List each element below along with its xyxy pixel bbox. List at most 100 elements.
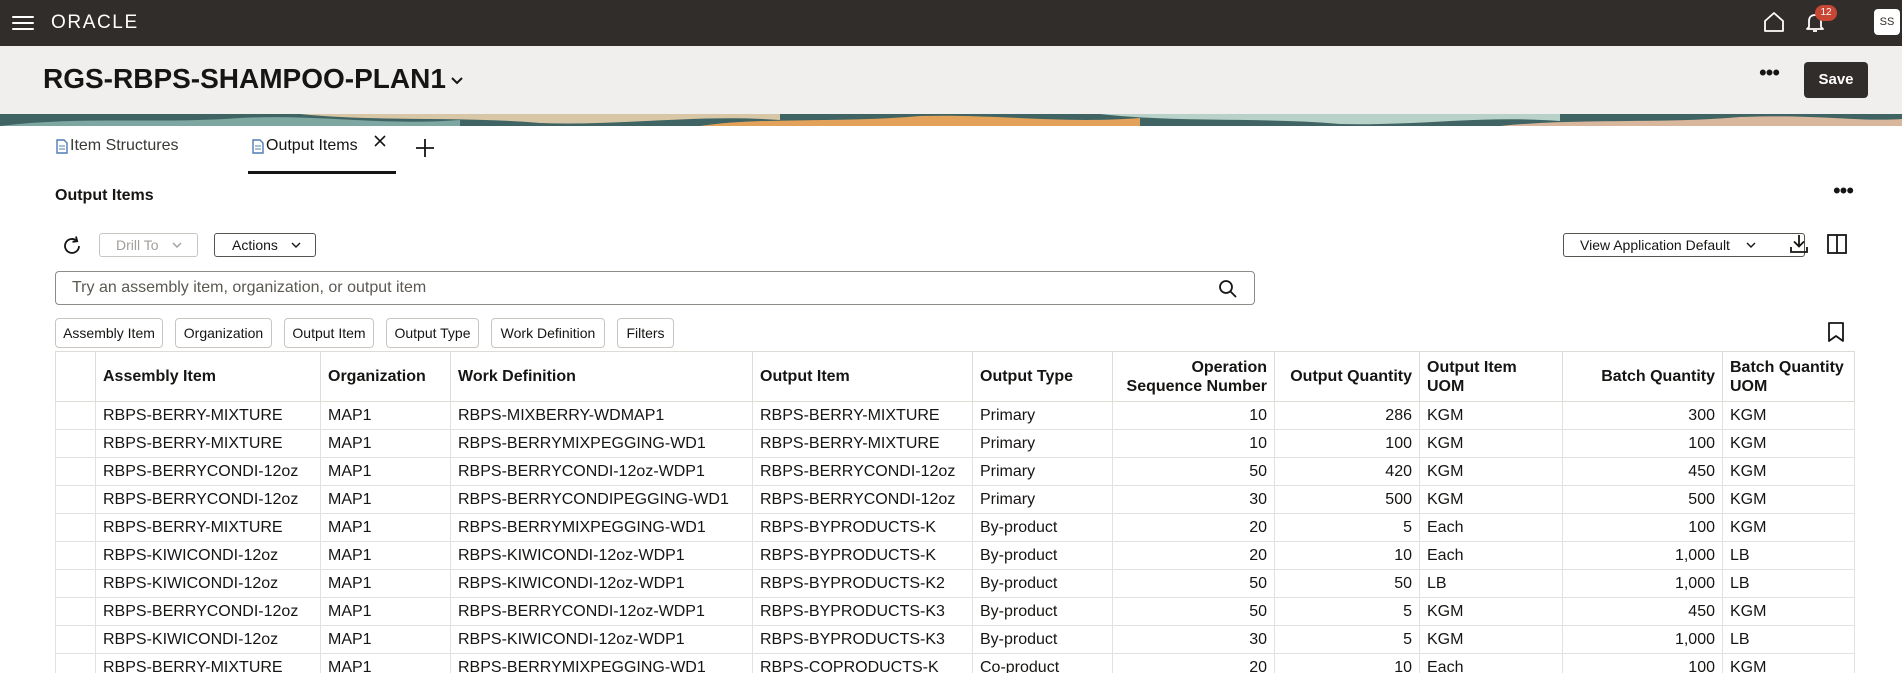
table-cell: RBPS-KIWICONDI-12oz-WDP1 [450,541,753,570]
column-header[interactable]: Batch Quantity UOM [1722,351,1855,402]
table-row[interactable]: RBPS-BERRY-MIXTURE MAP1 RBPS-BERRYMIXPEGGI… [55,513,1855,542]
table-cell: RBPS-KIWICONDI-12oz [95,625,321,654]
table-cell: 1,000 [1562,625,1723,654]
column-header[interactable]: Output Type [972,351,1113,402]
user-avatar[interactable]: SS [1874,9,1900,35]
table-cell: 20 [1112,513,1275,542]
view-selector-button[interactable]: View Application Default [1563,233,1805,257]
bookmark-icon[interactable] [1827,321,1845,343]
save-button[interactable]: Save [1804,62,1868,98]
filter-chip-assembly-item[interactable]: Assembly Item [55,318,163,348]
row-selector-cell[interactable] [55,513,96,542]
table-cell: RBPS-BYPRODUCTS-K3 [752,597,973,626]
row-selector-header[interactable] [55,351,96,402]
table-cell: RBPS-BERRY-MIXTURE [95,429,321,458]
row-selector-cell[interactable] [55,457,96,486]
table-row[interactable]: RBPS-KIWICONDI-12oz MAP1 RBPS-KIWICONDI-12… [55,625,1855,654]
filter-chip-work-definition[interactable]: Work Definition [491,318,605,348]
chevron-down-icon [291,242,301,248]
table-cell: LB [1722,541,1855,570]
table-cell: 450 [1562,597,1723,626]
column-header[interactable]: Organization [320,351,451,402]
view-selector-label: View Application Default [1580,237,1730,253]
row-selector-cell[interactable] [55,597,96,626]
filter-chip-organization[interactable]: Organization [175,318,272,348]
row-selector-cell[interactable] [55,485,96,514]
search-icon[interactable] [1218,279,1238,299]
table-cell: RBPS-KIWICONDI-12oz [95,569,321,598]
table-cell: 50 [1112,457,1275,486]
column-header[interactable]: Assembly Item [95,351,321,402]
table-cell: RBPS-KIWICONDI-12oz-WDP1 [450,625,753,654]
table-cell: MAP1 [320,597,451,626]
column-header[interactable]: Output Quantity [1274,351,1420,402]
chevron-down-icon[interactable] [449,72,465,88]
table-cell: RBPS-BERRYCONDI-12oz-WDP1 [450,597,753,626]
table-cell: MAP1 [320,625,451,654]
tab-item-structures[interactable]: Item Structures [56,136,196,166]
home-icon[interactable] [1762,10,1786,34]
table-row[interactable]: RBPS-KIWICONDI-12oz MAP1 RBPS-KIWICONDI-12… [55,569,1855,598]
table-cell: 1,000 [1562,541,1723,570]
table-cell: RBPS-BERRYMIXPEGGING-WD1 [450,513,753,542]
table-cell: RBPS-BERRYCONDI-12oz [752,485,973,514]
table-cell: 50 [1112,569,1275,598]
row-selector-cell[interactable] [55,653,96,673]
column-header[interactable]: Output Item [752,351,973,402]
section-more-options-icon[interactable]: ••• [1828,180,1858,210]
column-header[interactable]: Batch Quantity [1562,351,1723,402]
table-row[interactable]: RBPS-BERRY-MIXTURE MAP1 RBPS-MIXBERRY-WDMA… [55,401,1855,430]
search-box [55,271,1255,305]
actions-menu-button[interactable]: Actions [214,233,316,257]
download-icon[interactable] [1788,233,1810,255]
row-selector-cell[interactable] [55,541,96,570]
row-selector-cell[interactable] [55,401,96,430]
decorative-banner [0,114,1902,126]
table-cell: 5 [1274,513,1420,542]
filter-chip-output-item[interactable]: Output Item [284,318,374,348]
table-cell: RBPS-BERRYCONDI-12oz [95,485,321,514]
column-header[interactable]: Output Item UOM [1419,351,1563,402]
table-row[interactable]: RBPS-BERRY-MIXTURE MAP1 RBPS-BERRYMIXPEGGI… [55,429,1855,458]
table-cell: KGM [1419,401,1563,430]
refresh-icon[interactable] [61,235,83,257]
table-cell: LB [1722,625,1855,654]
table-cell: 5 [1274,597,1420,626]
filter-chip-filters[interactable]: Filters [617,318,674,348]
table-cell: KGM [1419,625,1563,654]
drill-to-button: Drill To [99,233,198,257]
table-cell: Each [1419,513,1563,542]
table-cell: RBPS-BERRYMIXPEGGING-WD1 [450,429,753,458]
column-header[interactable]: Operation Sequence Number [1112,351,1275,402]
more-options-icon[interactable]: ••• [1756,62,1782,92]
row-selector-cell[interactable] [55,625,96,654]
add-tab-icon[interactable] [414,137,436,159]
menu-icon[interactable] [12,12,34,34]
column-header[interactable]: Work Definition [450,351,753,402]
table-cell: MAP1 [320,541,451,570]
table-row[interactable]: RBPS-BERRY-MIXTURE MAP1 RBPS-BERRYMIXPEGGI… [55,653,1855,673]
table-cell: 450 [1562,457,1723,486]
table-cell: RBPS-BERRY-MIXTURE [95,513,321,542]
table-cell: 10 [1274,653,1420,673]
table-row[interactable]: RBPS-KIWICONDI-12oz MAP1 RBPS-KIWICONDI-12… [55,541,1855,570]
document-icon [252,139,264,154]
tab-label: Item Structures [70,137,179,154]
document-icon [56,139,68,154]
table-cell: KGM [1722,653,1855,673]
row-selector-cell[interactable] [55,429,96,458]
row-selector-cell[interactable] [55,569,96,598]
table-cell: KGM [1722,485,1855,514]
table-row[interactable]: RBPS-BERRYCONDI-12oz MAP1 RBPS-BERRYCONDI-… [55,457,1855,486]
table-row[interactable]: RBPS-BERRYCONDI-12oz MAP1 RBPS-BERRYCONDIP… [55,485,1855,514]
notification-count-badge: 12 [1815,5,1837,21]
search-input[interactable] [72,278,1172,298]
page-header: RGS-RBPS-SHAMPOO-PLAN1 ••• Save [0,46,1902,114]
close-tab-icon[interactable] [373,134,387,148]
table-cell: MAP1 [320,513,451,542]
table-row[interactable]: RBPS-BERRYCONDI-12oz MAP1 RBPS-BERRYCONDI-… [55,597,1855,626]
table-cell: 10 [1112,401,1275,430]
filter-chip-output-type[interactable]: Output Type [386,318,479,348]
columns-icon[interactable] [1826,233,1848,255]
table-cell: 300 [1562,401,1723,430]
